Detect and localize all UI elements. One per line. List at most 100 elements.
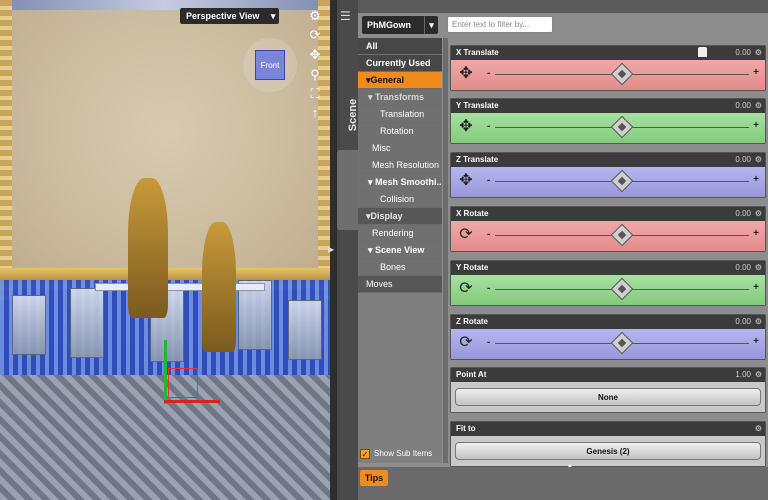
- show-sub-items-toggle[interactable]: ✓ Show Sub Items: [360, 447, 432, 461]
- increment-button[interactable]: +: [753, 120, 759, 131]
- tree-item-collision[interactable]: Collision: [358, 191, 442, 208]
- gear-icon[interactable]: ⚙: [755, 153, 762, 167]
- param-slider[interactable]: ✥ - +: [451, 167, 765, 197]
- node-selector[interactable]: PhMGown ▾: [362, 16, 438, 34]
- param-value[interactable]: 0.00: [735, 261, 751, 275]
- param-label: Point At: [456, 370, 487, 379]
- gear-icon[interactable]: ⚙: [755, 261, 762, 275]
- gizmo-x-axis[interactable]: [164, 400, 220, 403]
- tree-item-translation[interactable]: Translation: [358, 106, 442, 123]
- decrement-button[interactable]: -: [487, 68, 490, 79]
- tree-item-currently-used[interactable]: Currently Used: [358, 55, 442, 72]
- param-value[interactable]: 0.00: [735, 207, 751, 221]
- param-z-rotate: Z Rotate 0.00 ⚙ ⟳ - +: [450, 314, 766, 360]
- tree-item-mesh-smoothing[interactable]: ▾ Mesh Smoothi...: [358, 174, 442, 191]
- param-fit-to: Fit to ⚙ Genesis (2): [450, 421, 766, 467]
- gizmo-y-axis[interactable]: [164, 340, 167, 404]
- param-value[interactable]: 1.00: [735, 368, 751, 382]
- param-label: Fit to: [456, 424, 476, 433]
- pan-icon[interactable]: ✥: [306, 46, 324, 64]
- gear-icon[interactable]: ⚙: [755, 315, 762, 329]
- tab-parameters[interactable]: Parameters: [337, 150, 373, 230]
- scene-ceiling-beam: [0, 0, 330, 10]
- tips-button[interactable]: Tips: [360, 470, 388, 486]
- increment-button[interactable]: +: [753, 174, 759, 185]
- reset-view-icon[interactable]: ↑: [306, 104, 324, 122]
- expand-arrow-icon[interactable]: ▾: [368, 245, 375, 255]
- tree-item-display[interactable]: ▾Display: [358, 208, 442, 225]
- fit-to-button[interactable]: Genesis (2): [455, 442, 761, 460]
- param-label: Z Translate: [456, 155, 499, 164]
- param-value[interactable]: 0.00: [735, 315, 751, 329]
- slider-handle[interactable]: [610, 62, 634, 86]
- orbit-icon[interactable]: ⚙: [306, 7, 324, 25]
- tab-tool-settings[interactable]: Tool Settings: [337, 238, 377, 328]
- view-cube-label: Front: [260, 61, 280, 70]
- param-slider[interactable]: ⟳ - +: [451, 275, 765, 305]
- decrement-button[interactable]: -: [487, 337, 490, 348]
- chevron-down-icon: ▾: [424, 16, 438, 34]
- rotate-icon: ⟳: [459, 226, 473, 243]
- view-selector-label: Perspective View: [186, 11, 260, 21]
- decrement-button[interactable]: -: [487, 283, 490, 294]
- rotate-view-icon[interactable]: ⟳: [306, 26, 324, 44]
- view-selector[interactable]: Perspective View ▾: [180, 8, 280, 24]
- tree-item-rotation[interactable]: Rotation: [358, 123, 442, 140]
- slider-handle[interactable]: [610, 331, 634, 355]
- expand-arrow-icon[interactable]: ▾: [368, 177, 375, 187]
- param-z-translate: Z Translate 0.00 ⚙ ✥ - +: [450, 152, 766, 198]
- param-label: X Rotate: [456, 209, 489, 218]
- tree-item-scene-view[interactable]: ▾ Scene View: [358, 242, 442, 259]
- decrement-button[interactable]: -: [487, 175, 490, 186]
- gear-icon[interactable]: ⚙: [755, 368, 762, 382]
- param-y-rotate: Y Rotate 0.00 ⚙ ⟳ - +: [450, 260, 766, 306]
- tab-content-library[interactable]: Content Library: [337, 330, 384, 430]
- gear-icon[interactable]: ⚙: [755, 207, 762, 221]
- param-slider[interactable]: ✥ - +: [451, 60, 765, 90]
- tree-item-general[interactable]: ▾General: [358, 72, 442, 89]
- expand-arrow-icon[interactable]: ▾: [368, 92, 375, 102]
- tree-item-misc[interactable]: Misc: [358, 140, 442, 157]
- param-x-translate: X Translate 0.00 ⚙ ✥ - +: [450, 45, 766, 91]
- transform-gizmo[interactable]: [162, 340, 222, 410]
- tree-item-moves[interactable]: Moves: [358, 276, 442, 293]
- gear-icon[interactable]: ⚙: [755, 99, 762, 113]
- increment-button[interactable]: +: [753, 67, 759, 78]
- param-value[interactable]: 0.00: [735, 153, 751, 167]
- tree-item-mesh-resolution[interactable]: Mesh Resolution: [358, 157, 442, 174]
- tree-scrollbar[interactable]: [443, 38, 448, 463]
- checkbox-checked-icon[interactable]: ✓: [360, 448, 370, 459]
- zoom-icon[interactable]: ⚲: [306, 66, 324, 84]
- view-cube[interactable]: Front: [255, 50, 285, 80]
- pane-menu-icon[interactable]: ☰: [340, 10, 354, 22]
- increment-button[interactable]: +: [753, 228, 759, 239]
- param-value[interactable]: 0.00: [735, 99, 751, 113]
- slider-handle[interactable]: [610, 223, 634, 247]
- tree-item-label: General: [370, 75, 405, 85]
- frame-icon[interactable]: ⛶: [306, 85, 324, 103]
- tab-scene[interactable]: Scene: [337, 85, 359, 145]
- tree-item-all[interactable]: All: [358, 38, 442, 55]
- lock-icon[interactable]: [698, 47, 707, 57]
- param-value[interactable]: 0.00: [735, 46, 751, 60]
- gear-icon[interactable]: ⚙: [755, 422, 762, 436]
- param-slider[interactable]: ✥ - +: [451, 113, 765, 143]
- scene-figure-female: [202, 222, 236, 352]
- increment-button[interactable]: +: [753, 282, 759, 293]
- tree-item-transforms[interactable]: ▾ Transforms: [358, 89, 442, 106]
- decrement-button[interactable]: -: [487, 121, 490, 132]
- tree-item-bones[interactable]: Bones: [358, 259, 442, 276]
- gear-icon[interactable]: ⚙: [755, 46, 762, 60]
- decrement-button[interactable]: -: [487, 229, 490, 240]
- tree-item-rendering[interactable]: Rendering: [358, 225, 442, 242]
- param-label: Y Translate: [456, 101, 499, 110]
- slider-handle[interactable]: [610, 277, 634, 301]
- point-at-button[interactable]: None: [455, 388, 761, 406]
- filter-input[interactable]: [447, 16, 553, 33]
- increment-button[interactable]: +: [753, 336, 759, 347]
- param-slider[interactable]: ⟳ - +: [451, 221, 765, 251]
- viewport-3d[interactable]: Perspective View ▾ Front ⚙ ⟳ ✥ ⚲ ⛶ ↑: [0, 0, 330, 500]
- param-slider[interactable]: ⟳ - +: [451, 329, 765, 359]
- slider-handle[interactable]: [610, 169, 634, 193]
- slider-handle[interactable]: [610, 115, 634, 139]
